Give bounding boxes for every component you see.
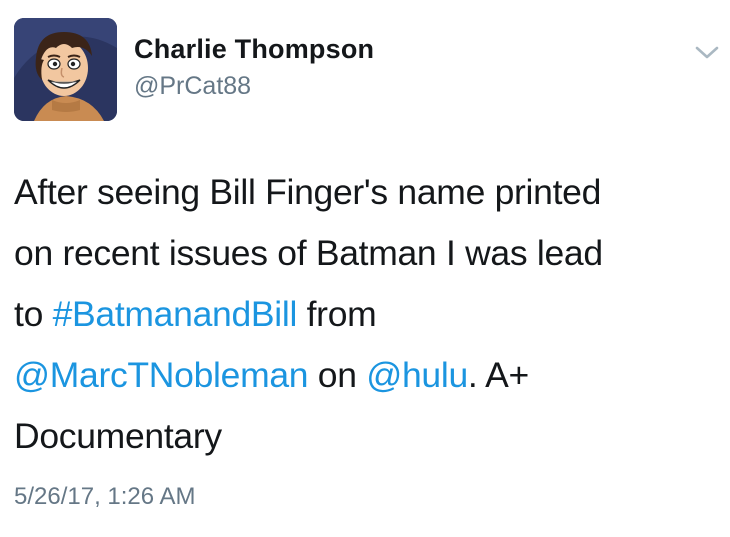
tweet-text-fragment: from — [297, 294, 377, 334]
avatar-cartoon-face — [14, 18, 117, 121]
tweet-line: After seeing Bill Finger's name printed — [14, 172, 602, 212]
user-handle[interactable]: @PrCat88 — [134, 72, 251, 101]
display-name[interactable]: Charlie Thompson — [134, 34, 374, 65]
mention-link[interactable]: @MarcTNobleman — [14, 355, 309, 395]
hashtag-link[interactable]: #BatmanandBill — [53, 294, 298, 334]
avatar[interactable] — [14, 18, 117, 121]
chevron-down-icon[interactable] — [692, 40, 722, 64]
tweet-line: Documentary — [14, 416, 222, 456]
tweet-text-fragment: . A+ — [467, 355, 529, 395]
timestamp[interactable]: 5/26/17, 1:26 AM — [14, 483, 195, 511]
tweet-line: @MarcTNobleman on @hulu. A+ — [14, 345, 714, 406]
tweet-text-fragment: on — [308, 355, 367, 395]
tweet-text-fragment: to — [14, 294, 53, 334]
tweet-text: After seeing Bill Finger's name printed … — [14, 162, 714, 467]
tweet-line: on recent issues of Batman I was lead — [14, 233, 603, 273]
mention-link[interactable]: @hulu — [366, 355, 468, 395]
tweet-line: to #BatmanandBill from — [14, 284, 714, 345]
tweet-card: Charlie Thompson @PrCat88 After seeing B… — [0, 0, 730, 537]
